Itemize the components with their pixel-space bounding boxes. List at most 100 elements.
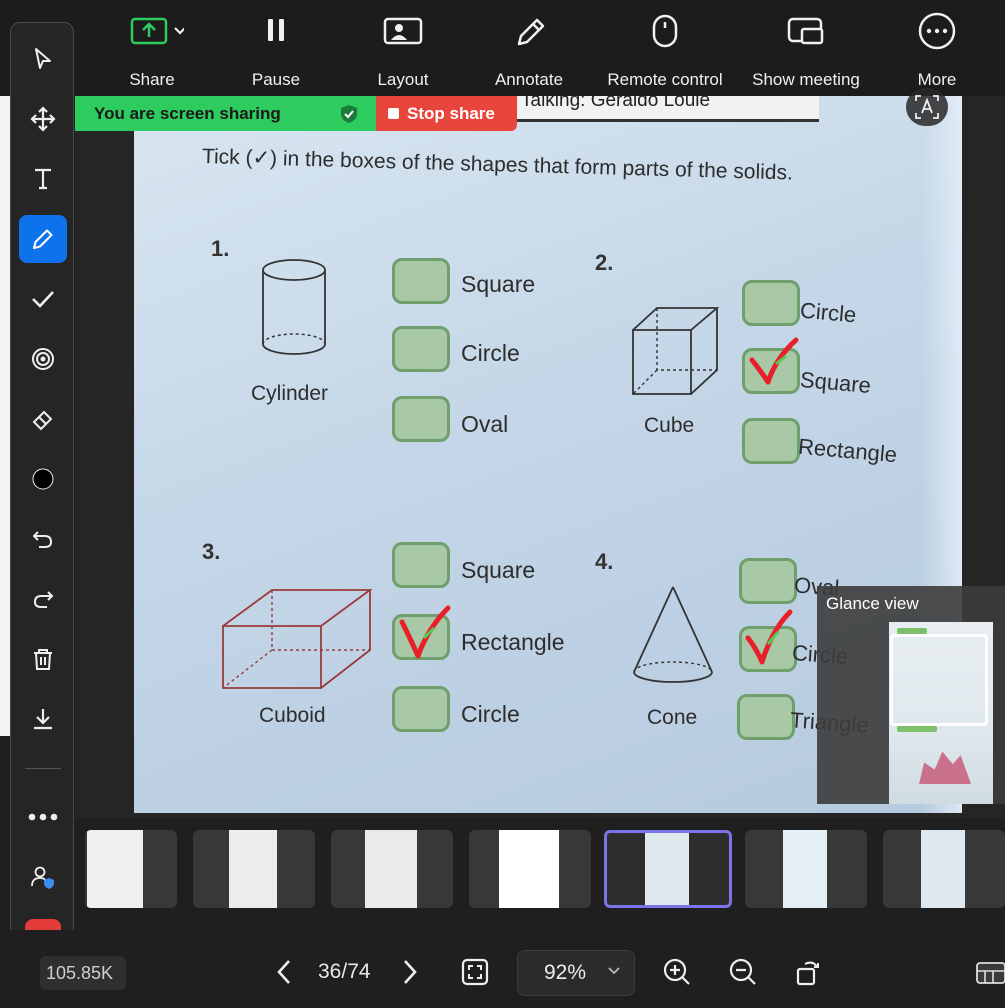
- annotator-permissions-button[interactable]: [19, 853, 67, 901]
- stop-share-label: Stop share: [407, 103, 495, 123]
- user-shield-icon: [31, 866, 54, 889]
- cuboid-drawing: [222, 589, 372, 689]
- share-button[interactable]: Share: [120, 0, 184, 96]
- view-mode-button[interactable]: [975, 954, 1005, 990]
- thumbnail-page[interactable]: [883, 830, 1005, 908]
- q3-red-tick-icon: [399, 605, 451, 659]
- q3-option-1: Square: [461, 557, 536, 583]
- trash-icon: [34, 649, 52, 670]
- redo-button[interactable]: [19, 575, 67, 623]
- q4-box-1[interactable]: [739, 558, 797, 604]
- q2-box-3[interactable]: [742, 418, 800, 464]
- mouse-icon: [652, 14, 678, 48]
- select-tool[interactable]: [19, 35, 67, 83]
- text-tool[interactable]: [19, 155, 67, 203]
- show-meeting-icon: [787, 17, 824, 45]
- cone-drawing: [633, 586, 713, 683]
- screen-sharing-banner: You are screen sharing: [75, 96, 376, 131]
- layout-label: Layout: [377, 70, 429, 89]
- thumbnail-page[interactable]: [469, 830, 591, 908]
- shield-check-icon: [341, 105, 357, 123]
- annotate-button[interactable]: Annotate: [488, 0, 570, 96]
- clear-button[interactable]: [19, 635, 67, 683]
- pencil-icon: [33, 229, 53, 249]
- undo-button[interactable]: [19, 515, 67, 563]
- thumbnail-page[interactable]: [745, 830, 867, 908]
- annotate-label: Annotate: [494, 70, 564, 89]
- viewer-bottom-bar: 105.85K 36/74 92%: [0, 930, 1005, 1008]
- undo-icon: [32, 531, 53, 548]
- annotation-toolbar: [10, 22, 74, 972]
- q4-solid-label: Cone: [647, 706, 698, 729]
- screen-sharing-text: You are screen sharing: [94, 103, 281, 123]
- q1-option-1: Square: [461, 271, 536, 297]
- more-label: More: [917, 70, 957, 89]
- q3-solid-label: Cuboid: [259, 704, 326, 727]
- rotate-icon: [796, 961, 819, 986]
- remote-control-button[interactable]: Remote control: [598, 0, 732, 96]
- q1-box-2[interactable]: [392, 326, 450, 372]
- spotlight-tool[interactable]: [19, 335, 67, 383]
- q1-box-3[interactable]: [392, 396, 450, 442]
- glance-viewport-frame[interactable]: [890, 634, 988, 726]
- more-dots-icon: [28, 813, 58, 821]
- toolbar-divider: [25, 768, 61, 769]
- more-tools-button[interactable]: [19, 793, 67, 841]
- remote-control-label: Remote control: [607, 70, 723, 89]
- zoom-in-button[interactable]: [659, 954, 695, 990]
- view-mode-icon: [976, 962, 1005, 984]
- page-thumbnail-strip: [75, 822, 1005, 918]
- text-icon: [35, 168, 51, 190]
- zoom-value: 92%: [544, 961, 587, 984]
- thumbnail-page-selected[interactable]: [604, 830, 732, 908]
- glance-view-panel[interactable]: Glance view: [817, 586, 1005, 804]
- layout-button[interactable]: Layout: [372, 0, 434, 96]
- q1-number: 1.: [211, 236, 230, 261]
- cube-drawing: [632, 307, 720, 395]
- eraser-tool[interactable]: [19, 395, 67, 443]
- background-app-strip: [0, 96, 10, 736]
- q1-box-1[interactable]: [392, 258, 450, 304]
- next-page-button[interactable]: [392, 954, 428, 990]
- cylinder-drawing: [262, 259, 326, 355]
- glance-view-title: Glance view: [826, 594, 919, 613]
- stop-share-button[interactable]: Stop share: [376, 96, 517, 131]
- show-meeting-button[interactable]: Show meeting: [744, 0, 868, 96]
- thumbnail-page[interactable]: [193, 830, 315, 908]
- draw-tool[interactable]: [19, 215, 67, 263]
- q2-option-3: Rectangle: [797, 433, 899, 468]
- fit-to-screen-button[interactable]: [457, 954, 493, 990]
- q1-option-2: Circle: [461, 340, 520, 366]
- save-button[interactable]: [19, 695, 67, 743]
- q2-option-1: Circle: [799, 297, 858, 328]
- fit-screen-icon: [461, 958, 489, 986]
- previous-page-button[interactable]: [266, 954, 302, 990]
- accessibility-button[interactable]: [906, 88, 948, 126]
- stop-icon: [388, 108, 399, 119]
- q3-box-1[interactable]: [392, 542, 450, 588]
- q2-option-2: Square: [799, 366, 872, 399]
- download-icon: [34, 709, 52, 730]
- more-button[interactable]: More: [908, 0, 966, 96]
- rotate-button[interactable]: [790, 954, 826, 990]
- color-picker[interactable]: [19, 455, 67, 503]
- q3-box-3[interactable]: [392, 686, 450, 732]
- stamp-tool[interactable]: [19, 275, 67, 323]
- zoom-out-button[interactable]: [725, 954, 761, 990]
- zoom-select[interactable]: 92%: [517, 950, 635, 996]
- move-tool[interactable]: [19, 95, 67, 143]
- thumbnail-page[interactable]: [331, 830, 453, 908]
- file-size-label: 105.85K: [40, 956, 126, 990]
- q2-box-1[interactable]: [742, 280, 800, 326]
- thumbnail-page[interactable]: [85, 830, 177, 908]
- q2-solid-label: Cube: [644, 414, 695, 437]
- q4-box-3[interactable]: [737, 694, 795, 740]
- q3-option-2: Rectangle: [461, 629, 565, 655]
- chevron-right-icon: [404, 960, 417, 984]
- pause-label: Pause: [251, 70, 301, 89]
- zoom-in-icon: [663, 958, 690, 985]
- share-label: Share: [129, 70, 175, 89]
- pause-button[interactable]: Pause: [246, 0, 306, 96]
- pencil-icon: [517, 18, 545, 46]
- text-recognition-icon: [915, 95, 939, 119]
